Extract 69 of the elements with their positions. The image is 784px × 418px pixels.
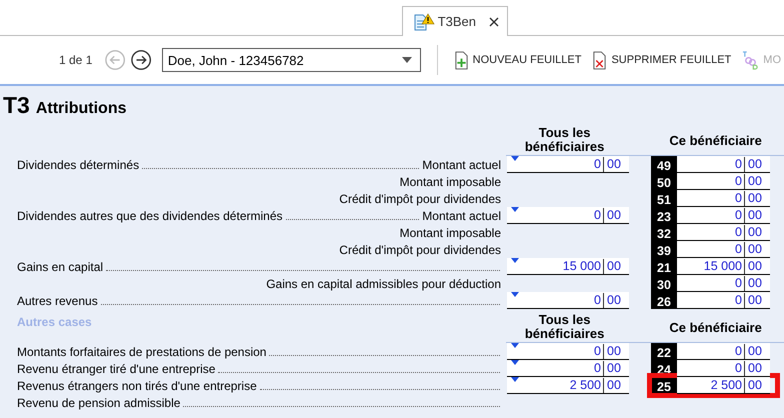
- field-sublabel: Montant imposable: [400, 226, 502, 240]
- document-tab[interactable]: T3Ben: [402, 6, 508, 36]
- amount-field[interactable]: 0 00: [507, 207, 629, 224]
- form-code: T3: [3, 92, 30, 119]
- box-number: 49: [651, 156, 677, 173]
- link-icon: [742, 50, 760, 70]
- page-counter: 1 de 1: [59, 53, 92, 67]
- box-number: 32: [651, 224, 677, 241]
- field-sublabel: Montant actuel: [422, 158, 502, 172]
- field-sublabel: Montant imposable: [400, 174, 502, 188]
- field-label: Revenu de pension admissible: [17, 396, 180, 410]
- field-label: Montants forfaitaires de prestations de pension: [17, 344, 266, 358]
- field-label: Gains en capital: [17, 260, 104, 274]
- tab-title: T3Ben: [438, 14, 476, 29]
- field-label: Dividendes autres que des dividendes déterminés: [17, 208, 282, 222]
- amount-field[interactable]: 0 00: [677, 343, 770, 360]
- box-number: 25: [651, 377, 677, 394]
- box-number: 39: [651, 241, 677, 258]
- amount-field[interactable]: 15 000 00: [677, 258, 770, 275]
- amount-field[interactable]: 15 000 00: [507, 258, 629, 275]
- box-number: 22: [651, 343, 677, 360]
- dropdown-caret-icon: [402, 57, 412, 63]
- document-warning-icon: [412, 12, 435, 30]
- field-label: Revenu étranger tiré d'une entreprise: [17, 362, 216, 376]
- amount-field[interactable]: 0 00: [507, 360, 629, 377]
- box-number: 23: [651, 207, 677, 224]
- amount-field[interactable]: 0 00: [507, 343, 629, 360]
- amount-field[interactable]: 0 00: [677, 190, 770, 207]
- column-header: Ce bénéficiaire: [668, 320, 763, 337]
- box-number: 51: [651, 190, 677, 207]
- amount-field[interactable]: 0 00: [677, 360, 770, 377]
- amount-field[interactable]: 0 00: [677, 173, 770, 190]
- section-heading: Autres cases: [17, 315, 92, 329]
- amount-field[interactable]: 0 00: [677, 207, 770, 224]
- amount-field[interactable]: 0 00: [677, 156, 770, 173]
- amount-field[interactable]: 2 500 00: [677, 377, 770, 394]
- dropdown-marker-icon: [511, 156, 519, 161]
- amount-field[interactable]: 0 00: [677, 275, 770, 292]
- box-number: 30: [651, 275, 677, 292]
- dropdown-marker-icon: [511, 343, 519, 348]
- column-header: Tous les bénéficiaires: [524, 126, 606, 155]
- field-sublabel: Gains en capital admissibles pour déduction: [266, 276, 502, 290]
- close-icon[interactable]: [489, 16, 499, 26]
- amount-field[interactable]: 0 00: [677, 292, 770, 309]
- amount-field[interactable]: 0 00: [507, 292, 629, 309]
- toolbar-button[interactable]: SUPPRIMER FEUILLET: [589, 50, 734, 70]
- amount-field[interactable]: 0 00: [677, 241, 770, 258]
- record-dropdown[interactable]: Doe, John - 123456782: [162, 48, 421, 72]
- box-number: 26: [651, 292, 677, 309]
- column-header: Tous les bénéficiaires: [524, 313, 606, 342]
- amount-field[interactable]: 2 500 00: [507, 377, 629, 394]
- dropdown-marker-icon: [511, 292, 519, 297]
- field-sublabel: Montant actuel: [422, 208, 502, 222]
- new-page-icon: [454, 50, 469, 70]
- column-header: Ce bénéficiaire: [668, 133, 763, 150]
- dropdown-marker-icon: [511, 207, 519, 212]
- amount-field[interactable]: 0 00: [677, 224, 770, 241]
- dropdown-marker-icon: [511, 258, 519, 263]
- field-label: Autres revenus: [17, 294, 98, 308]
- field-label: Dividendes déterminés: [17, 158, 140, 172]
- field-label: Revenus étrangers non tirés d'une entreprise: [17, 378, 257, 392]
- amount-field[interactable]: 0 00: [507, 156, 629, 173]
- delete-page-icon: [592, 50, 608, 70]
- field-sublabel: Crédit d'impôt pour dividendes: [339, 242, 502, 256]
- box-number: 21: [651, 258, 677, 275]
- toolbar-button[interactable]: NOUVEAU FEUILLET: [450, 50, 584, 70]
- form-title: Attributions: [36, 100, 126, 118]
- box-number: 50: [651, 173, 677, 190]
- field-sublabel: Crédit d'impôt pour dividendes: [339, 192, 502, 206]
